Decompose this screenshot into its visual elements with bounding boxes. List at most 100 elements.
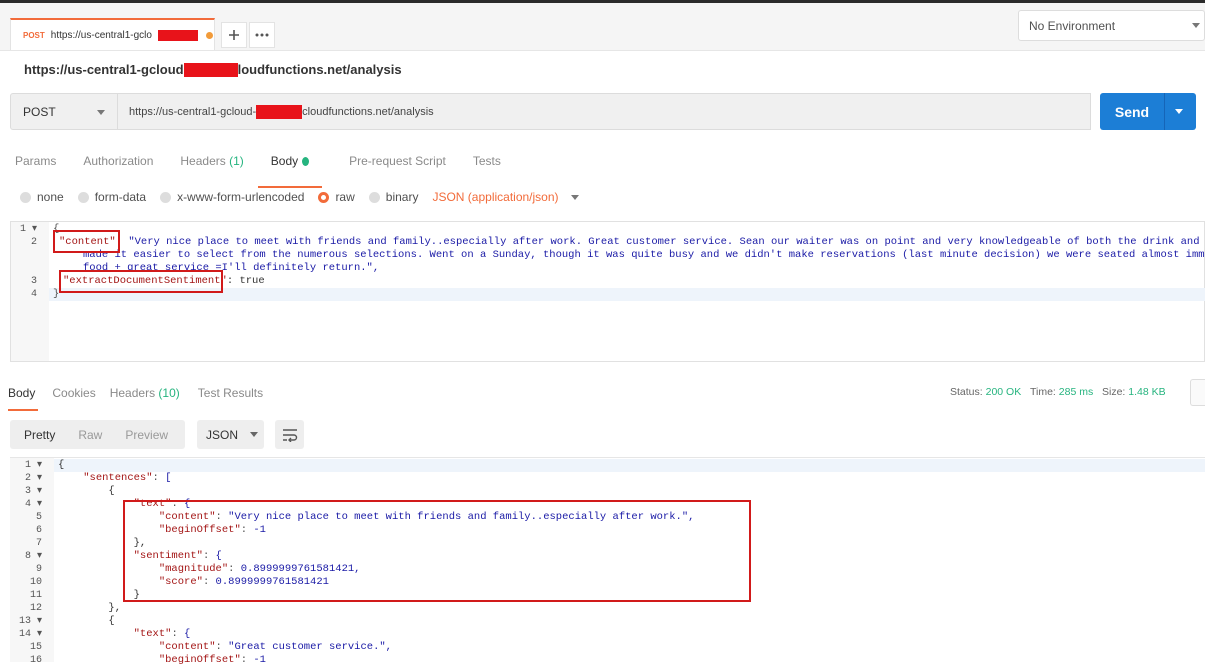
radio-urlencoded[interactable]: x-www-form-urlencoded [160,190,304,204]
tab-options-button[interactable] [249,22,275,48]
request-title: https://us-central1-gcloud loudfunctions… [24,62,402,77]
view-raw-button[interactable]: Raw [78,428,102,442]
radio-none[interactable]: none [20,190,64,204]
body-indicator-dot-icon [302,157,310,167]
line-number: 3 [30,276,37,287]
time-label: Time: [1029,386,1056,398]
tab-tests[interactable]: Tests [473,154,501,188]
tab-body[interactable]: Body [257,154,323,188]
tab-body-label: Body [270,154,299,168]
response-format-bar: Pretty Raw Preview JSON [10,420,304,449]
line-number: 2 ▾ [24,473,42,484]
line-number: 9 [35,564,42,575]
response-body-viewer[interactable]: 1 ▾ {2 ▾ "sentences": [ 3 ▾ {4 ▾ "text": {… [10,457,1205,666]
chevron-down-icon [1192,23,1200,28]
annotation-box [53,230,120,253]
line-number: 15 [29,642,42,653]
line-number: 1 ▾ [24,460,42,471]
radio-circle [160,191,172,203]
chevron-down-icon [97,110,105,115]
request-subtabs: Params Authorization Headers (1) Body Pr… [15,154,501,188]
redaction-mark [256,104,303,119]
radio-form-data[interactable]: form-data [77,190,146,204]
response-code-line: }, [58,602,122,614]
resp-tab-body[interactable]: Body [8,386,39,411]
current-line-highlight [54,459,1205,472]
line-number: 1 ▾ [19,224,37,235]
response-format-label: JSON [206,427,239,442]
more-dots-icon [255,33,269,37]
environment-select[interactable]: No Environment [1018,10,1205,41]
radio-label: x-www-form-urlencoded [177,190,305,204]
line-number: 12 [29,603,42,614]
request-body-editor[interactable]: 1 ▾ 2 3 4 { "content": "Very nice place … [10,221,1205,362]
json-value: "Very nice place to meet with friends an… [128,236,1205,248]
new-tab-button[interactable] [221,22,247,48]
radio-circle [20,191,31,203]
view-preview-button[interactable]: Preview [125,428,168,442]
resp-tab-headers-count: (10) [158,386,180,400]
tab-params[interactable]: Params [15,154,56,188]
response-code-line: "beginOffset": -1 [158,654,266,666]
method-label: POST [23,104,56,119]
radio-label: none [37,190,64,204]
line-number: 6 [35,525,42,536]
content-type-select[interactable]: JSON (application/json) [432,190,579,204]
view-pretty-button[interactable]: Pretty [24,428,55,442]
send-divider [1164,93,1165,130]
tab-headers-label: Headers [180,154,226,168]
response-code-line: { [58,615,115,627]
response-tabs: Body Cookies Headers (10) Test Results [8,386,263,411]
resp-tab-headers[interactable]: Headers (10) [110,386,180,411]
annotation-box [59,270,223,293]
size-label: Size: [1101,386,1126,398]
method-select[interactable]: POST [10,93,118,130]
radio-raw[interactable]: raw [318,190,355,204]
radio-binary[interactable]: binary [368,190,419,204]
response-code-line: "content": "Great customer service.", [158,641,392,653]
code-line: made it easier to select from the numero… [83,249,1205,261]
tab-url: https://us-central1-gclo [50,29,152,41]
resp-tab-test-results[interactable]: Test Results [198,386,263,411]
tab-prerequest-script[interactable]: Pre-request Script [349,154,446,188]
response-code-line: "text": { [133,628,191,640]
line-number: 2 [30,237,37,248]
request-tab[interactable]: POST https://us-central1-gclo [10,18,215,50]
time-value: 285 ms [1058,386,1094,398]
title-url-end: loudfunctions.net/analysis [237,62,402,77]
wrap-lines-button[interactable] [275,420,304,449]
line-number: 5 [35,512,42,523]
line-number: 4 ▾ [24,499,42,510]
unsaved-dot-icon [205,31,213,39]
line-number: 10 [29,577,42,588]
send-button[interactable]: Send [1100,93,1196,130]
environment-label: No Environment [1029,18,1116,33]
send-label: Send [1114,103,1150,120]
tab-method-badge: POST [23,30,45,40]
annotation-box [123,500,751,602]
line-number: 7 [35,538,42,549]
response-code-line: "sentences": [ [83,472,172,484]
line-number: 11 [29,590,42,601]
url-input[interactable]: https://us-central1-gcloud- cloudfunctio… [118,93,1091,130]
chevron-down-icon [250,432,259,437]
content-type-label: JSON (application/json) [432,190,559,204]
tab-authorization[interactable]: Authorization [83,154,153,188]
line-number: 8 ▾ [24,551,42,562]
response-actions-button[interactable] [1190,379,1205,406]
tab-headers[interactable]: Headers (1) [180,154,243,188]
resp-tab-cookies[interactable]: Cookies [52,386,95,411]
status-value: 200 OK [985,386,1022,398]
radio-label: binary [385,190,419,204]
response-code-line: { [58,485,115,497]
size-value: 1.48 KB [1128,386,1166,398]
response-format-select[interactable]: JSON [197,420,264,449]
send-options-chevron-icon[interactable] [1175,109,1183,114]
line-number: 3 ▾ [24,486,42,497]
radio-circle [77,191,89,203]
redaction-mark [157,29,198,41]
response-code-line: { [58,459,65,471]
title-url-start: https://us-central1-gcloud [24,62,184,77]
line-number: 13 ▾ [18,616,42,627]
radio-circle [368,191,380,203]
